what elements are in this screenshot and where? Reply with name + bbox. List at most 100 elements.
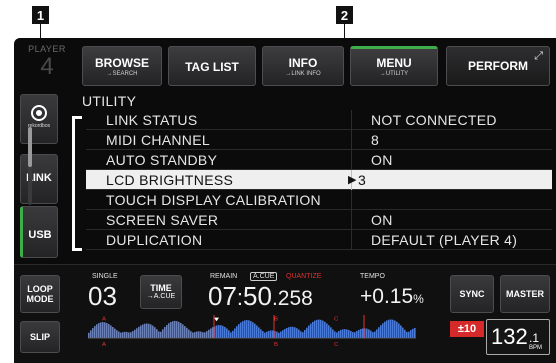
waveform-bar — [340, 329, 342, 339]
waveform-bar — [300, 331, 302, 339]
cue-marker: A — [102, 342, 106, 347]
usb-source-button[interactable]: USB — [20, 206, 58, 258]
waveform-bar — [348, 330, 350, 339]
tag-list-button[interactable]: TAG LIST — [168, 46, 256, 86]
waveform-bar — [354, 332, 356, 339]
callout-1-bracket — [72, 116, 82, 251]
waveform-bar — [322, 320, 324, 339]
waveform-overview[interactable]: A B C A B C — [88, 315, 416, 347]
waveform-bar — [356, 330, 358, 339]
bpm-label: BPM — [529, 345, 543, 351]
waveform-bar — [412, 328, 414, 339]
utility-row-label: AUTO STANDBY — [106, 152, 218, 168]
waveform-bar — [148, 323, 150, 339]
waveform-bar — [132, 331, 134, 339]
utility-row[interactable]: DUPLICATION DEFAULT (PLAYER 4) — [86, 230, 552, 250]
browse-button[interactable]: BROWSE →SEARCH — [82, 46, 162, 86]
waveform-bar — [104, 322, 106, 339]
tempo-range-badge: ±10 — [450, 321, 484, 337]
waveform-bar — [106, 323, 108, 339]
utility-row[interactable]: SCREEN SAVER ON — [86, 210, 552, 230]
waveform-bar — [136, 328, 138, 339]
waveform-bar — [294, 327, 296, 339]
waveform-bar — [286, 327, 288, 339]
menu-label: MENU — [376, 56, 412, 70]
waveform-bar — [170, 321, 172, 339]
waveform-bar — [202, 332, 204, 339]
utility-row[interactable]: LINK STATUS NOT CONNECTED — [86, 110, 552, 130]
waveform-bar — [410, 330, 412, 339]
master-button[interactable]: MASTER — [500, 275, 550, 313]
waveform-bar — [174, 320, 176, 339]
player-number: 4 — [40, 53, 54, 80]
waveform-bar — [272, 330, 274, 339]
waveform-bar — [124, 331, 126, 339]
waveform-bar — [326, 323, 328, 339]
waveform-bar — [230, 332, 232, 339]
single-label: SINGLE — [92, 273, 118, 280]
utility-row-label: LINK STATUS — [106, 112, 198, 128]
waveform-bar — [154, 327, 156, 339]
waveform-bar — [338, 331, 340, 339]
waveform-bar — [186, 327, 188, 339]
waveform-bar — [242, 321, 244, 339]
utility-row-value: NOT CONNECTED — [371, 112, 497, 128]
waveform-bar — [282, 330, 284, 339]
link-source-button[interactable]: LINK — [20, 154, 58, 204]
rekordbox-label: rekordbox — [27, 123, 51, 129]
utility-row[interactable]: LCD BRIGHTNESS ▶ 3 — [86, 170, 552, 190]
slip-button[interactable]: SLIP — [20, 321, 60, 353]
waveform-bar — [218, 325, 220, 339]
waveform-bar — [328, 325, 330, 339]
waveform-bar — [204, 332, 206, 339]
time-mode-button[interactable]: TIME →A.CUE — [140, 275, 182, 309]
list-scrollbar[interactable] — [28, 127, 32, 205]
bpm-decimal: .1 — [529, 331, 540, 345]
utility-row-label: DUPLICATION — [106, 232, 203, 248]
waveform-bar — [304, 330, 306, 339]
waveform-bar — [296, 328, 298, 339]
waveform-bar — [382, 323, 384, 339]
waveform-bar — [232, 330, 234, 339]
waveform-bar — [96, 324, 98, 339]
waveform-bar — [138, 326, 140, 339]
waveform-bar — [358, 329, 360, 339]
sync-button[interactable]: SYNC — [450, 275, 494, 313]
waveform-bar — [164, 327, 166, 339]
rekordbox-source-button[interactable]: rekordbox — [20, 94, 58, 144]
perform-button[interactable]: PERFORM ⤢ — [446, 46, 550, 86]
waveform-bar — [152, 325, 154, 339]
utility-row[interactable]: AUTO STANDBY ON — [86, 150, 552, 170]
info-button[interactable]: INFO →LINK INFO — [262, 46, 344, 86]
waveform-bar — [308, 325, 310, 339]
waveform-bar — [90, 330, 92, 339]
waveform-bar — [342, 329, 344, 339]
waveform-bar — [196, 331, 198, 339]
waveform-bar — [194, 332, 196, 339]
waveform-bar — [310, 323, 312, 339]
waveform-bar — [180, 322, 182, 339]
callout-1-line — [40, 24, 41, 38]
waveform-bar — [276, 331, 278, 339]
scrollbar-thumb[interactable] — [28, 127, 32, 167]
waveform-bar — [400, 325, 402, 339]
utility-row[interactable]: TOUCH DISPLAY CALIBRATION — [86, 190, 552, 210]
waveform-bar — [108, 324, 110, 339]
waveform-bar — [128, 332, 130, 339]
bpm-display: 132 .1 BPM — [486, 319, 550, 355]
cdj-display: PLAYER 4 BROWSE →SEARCH TAG LIST INFO →L… — [14, 38, 556, 363]
waveform-bar — [258, 327, 260, 339]
waveform-bar — [280, 331, 282, 339]
waveform-bar — [158, 331, 160, 339]
utility-row-value: 8 — [371, 132, 380, 148]
loop-mode-button[interactable]: LOOP MODE — [20, 275, 60, 313]
menu-button[interactable]: MENU →UTILITY — [350, 46, 438, 86]
waveform-bar — [206, 331, 208, 339]
waveform-bar — [376, 329, 378, 339]
waveform-bar — [130, 332, 132, 339]
waveform-bar — [306, 327, 308, 339]
waveform-bar — [250, 321, 252, 339]
quantize-label: QUANTIZE — [286, 273, 322, 280]
waveform-bar — [266, 331, 268, 339]
utility-row[interactable]: MIDI CHANNEL 8 — [86, 130, 552, 150]
